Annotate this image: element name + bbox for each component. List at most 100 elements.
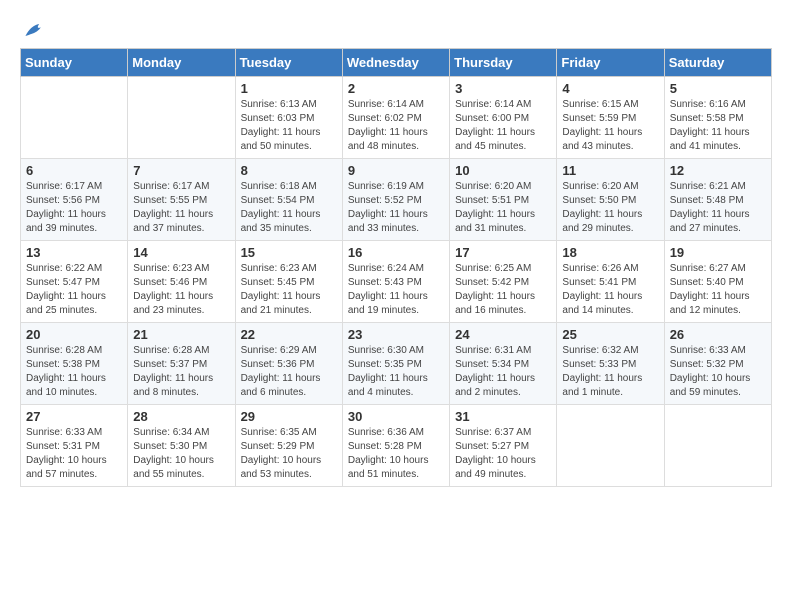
calendar-cell: 16 Sunrise: 6:24 AM Sunset: 5:43 PM Dayligh…: [342, 241, 449, 323]
calendar-week-row: 20 Sunrise: 6:28 AM Sunset: 5:38 PM Dayligh…: [21, 323, 772, 405]
sunset-text: Sunset: 5:35 PM: [348, 359, 422, 370]
sunset-text: Sunset: 5:33 PM: [562, 359, 636, 370]
daylight-text: Daylight: 11 hours and 50 minutes.: [241, 127, 321, 152]
daylight-text: Daylight: 11 hours and 19 minutes.: [348, 291, 428, 316]
sunrise-text: Sunrise: 6:34 AM: [133, 427, 209, 438]
calendar-week-row: 1Sunrise: 6:13 AMSunset: 6:03 PMDaylight…: [21, 77, 772, 159]
sunset-text: Sunset: 5:42 PM: [455, 277, 529, 288]
calendar-cell: 19Sunrise: 6:27 AMSunset: 5:40 PMDayligh…: [664, 241, 771, 323]
sunset-text: Sunset: 5:48 PM: [670, 195, 744, 206]
day-number: 6: [26, 163, 122, 178]
day-number: 16: [348, 245, 444, 260]
daylight-text: Daylight: 11 hours and 31 minutes.: [455, 209, 535, 234]
daylight-text: Daylight: 11 hours and 12 minutes.: [670, 291, 750, 316]
calendar-cell: 21Sunrise: 6:28 AMSunset: 5:37 PMDayligh…: [128, 323, 235, 405]
calendar-cell: 23Sunrise: 6:30 AMSunset: 5:35 PMDayligh…: [342, 323, 449, 405]
daylight-text: Daylight: 10 hours and 59 minutes.: [670, 373, 751, 398]
sunrise-text: Sunrise: 6:24 AM: [348, 263, 424, 274]
sunset-text: Sunset: 5:27 PM: [455, 441, 529, 452]
calendar-header-row: SundayMondayTuesdayWednesdayThursdayFrid…: [21, 49, 772, 77]
day-number: 29: [241, 409, 337, 424]
sunset-text: Sunset: 5:43 PM: [348, 277, 422, 288]
daylight-text: Daylight: 10 hours and 57 minutes.: [26, 455, 107, 480]
day-number: 7: [133, 163, 229, 178]
sunrise-text: Sunrise: 6:16 AM: [670, 99, 746, 110]
sunrise-text: Sunrise: 6:28 AM: [26, 345, 102, 356]
day-number: 27: [26, 409, 122, 424]
calendar-cell: 18Sunrise: 6:26 AMSunset: 5:41 PMDayligh…: [557, 241, 664, 323]
sunset-text: Sunset: 5:34 PM: [455, 359, 529, 370]
calendar-cell: 13Sunrise: 6:22 AMSunset: 5:47 PMDayligh…: [21, 241, 128, 323]
day-number: 22: [241, 327, 337, 342]
sunrise-text: Sunrise: 6:33 AM: [670, 345, 746, 356]
calendar-cell: 27Sunrise: 6:33 AMSunset: 5:31 PMDayligh…: [21, 405, 128, 487]
sunrise-text: Sunrise: 6:35 AM: [241, 427, 317, 438]
calendar-header-tuesday: Tuesday: [235, 49, 342, 77]
day-number: 30: [348, 409, 444, 424]
day-number: 12: [670, 163, 766, 178]
calendar-week-row: 13Sunrise: 6:22 AMSunset: 5:47 PMDayligh…: [21, 241, 772, 323]
sunrise-text: Sunrise: 6:33 AM: [26, 427, 102, 438]
daylight-text: Daylight: 11 hours and 21 minutes.: [241, 291, 321, 316]
calendar-cell: 30 Sunrise: 6:36 AMSunset: 5:28 PMDayligh…: [342, 405, 449, 487]
calendar-cell: 17Sunrise: 6:25 AMSunset: 5:42 PMDayligh…: [450, 241, 557, 323]
sunrise-text: Sunrise: 6:29 AM: [241, 345, 317, 356]
sunrise-text: Sunrise: 6:20 AM: [562, 181, 638, 192]
sunset-text: Sunset: 5:30 PM: [133, 441, 207, 452]
day-number: 8: [241, 163, 337, 178]
sunset-text: Sunset: 5:54 PM: [241, 195, 315, 206]
sunset-text: Sunset: 5:38 PM: [26, 359, 100, 370]
day-number: 18: [562, 245, 658, 260]
calendar-header-monday: Monday: [128, 49, 235, 77]
day-info: Sunrise: 6:17 AMSunset: 5:56 PMDaylight:…: [26, 180, 122, 236]
daylight-text: Daylight: 11 hours and 23 minutes.: [133, 291, 213, 316]
day-info: Sunrise: 6:24 AM Sunset: 5:43 PM Daylight:…: [348, 262, 444, 318]
daylight-text: Daylight: 11 hours and 27 minutes.: [670, 209, 750, 234]
day-number: 4: [562, 81, 658, 96]
sunrise-text: Sunrise: 6:37 AM: [455, 427, 531, 438]
day-info: Sunrise: 6:14 AMSunset: 6:00 PMDaylight:…: [455, 98, 551, 154]
daylight-text: Daylight: 11 hours and 29 minutes.: [562, 209, 642, 234]
day-info: Sunrise: 6:18 AMSunset: 5:54 PMDaylight:…: [241, 180, 337, 236]
sunset-text: Sunset: 5:59 PM: [562, 113, 636, 124]
day-info: Sunrise: 6:34 AMSunset: 5:30 PMDaylight:…: [133, 426, 229, 482]
day-info: Sunrise: 6:25 AMSunset: 5:42 PMDaylight:…: [455, 262, 551, 318]
calendar-cell: 2Sunrise: 6:14 AMSunset: 6:02 PMDaylight…: [342, 77, 449, 159]
sunset-text: Sunset: 5:47 PM: [26, 277, 100, 288]
day-number: 11: [562, 163, 658, 178]
day-number: 20: [26, 327, 122, 342]
day-number: 17: [455, 245, 551, 260]
calendar-cell: [128, 77, 235, 159]
day-info: Sunrise: 6:36 AMSunset: 5:28 PMDaylight:…: [348, 426, 444, 482]
calendar-cell: 22Sunrise: 6:29 AMSunset: 5:36 PMDayligh…: [235, 323, 342, 405]
sunset-text: Sunset: 5:51 PM: [455, 195, 529, 206]
daylight-text: Daylight: 10 hours and 51 minutes.: [348, 455, 429, 480]
day-number: 5: [670, 81, 766, 96]
sunset-text: Sunset: 5:40 PM: [670, 277, 744, 288]
sunrise-text: Sunrise: 6:25 AM: [455, 263, 531, 274]
sunrise-text: Sunrise: 6:14 AM: [348, 99, 424, 110]
sunset-text: Sunset: 5:58 PM: [670, 113, 744, 124]
day-number: 21: [133, 327, 229, 342]
day-info: Sunrise: 6:37 AMSunset: 5:27 PMDaylight:…: [455, 426, 551, 482]
calendar-cell: 15Sunrise: 6:23 AMSunset: 5:45 PMDayligh…: [235, 241, 342, 323]
daylight-text: Daylight: 11 hours and 10 minutes.: [26, 373, 106, 398]
daylight-text: Daylight: 11 hours and 2 minutes.: [455, 373, 535, 398]
calendar-cell: [557, 405, 664, 487]
page-header: [20, 16, 772, 40]
calendar-cell: [664, 405, 771, 487]
sunset-text: Sunset: 5:37 PM: [133, 359, 207, 370]
day-info: Sunrise: 6:14 AMSunset: 6:02 PMDaylight:…: [348, 98, 444, 154]
day-number: 25: [562, 327, 658, 342]
daylight-text: Daylight: 11 hours and 33 minutes.: [348, 209, 428, 234]
daylight-text: Daylight: 11 hours and 43 minutes.: [562, 127, 642, 152]
calendar-week-row: 6 Sunrise: 6:17 AMSunset: 5:56 PMDaylight…: [21, 159, 772, 241]
day-info: Sunrise: 6:32 AMSunset: 5:33 PMDaylight:…: [562, 344, 658, 400]
daylight-text: Daylight: 11 hours and 14 minutes.: [562, 291, 642, 316]
day-number: 19: [670, 245, 766, 260]
sunrise-text: Sunrise: 6:19 AM: [348, 181, 424, 192]
sunrise-text: Sunrise: 6:26 AM: [562, 263, 638, 274]
calendar-cell: 20 Sunrise: 6:28 AM Sunset: 5:38 PM Dayligh…: [21, 323, 128, 405]
calendar-cell: 24Sunrise: 6:31 AMSunset: 5:34 PMDayligh…: [450, 323, 557, 405]
sunset-text: Sunset: 5:28 PM: [348, 441, 422, 452]
